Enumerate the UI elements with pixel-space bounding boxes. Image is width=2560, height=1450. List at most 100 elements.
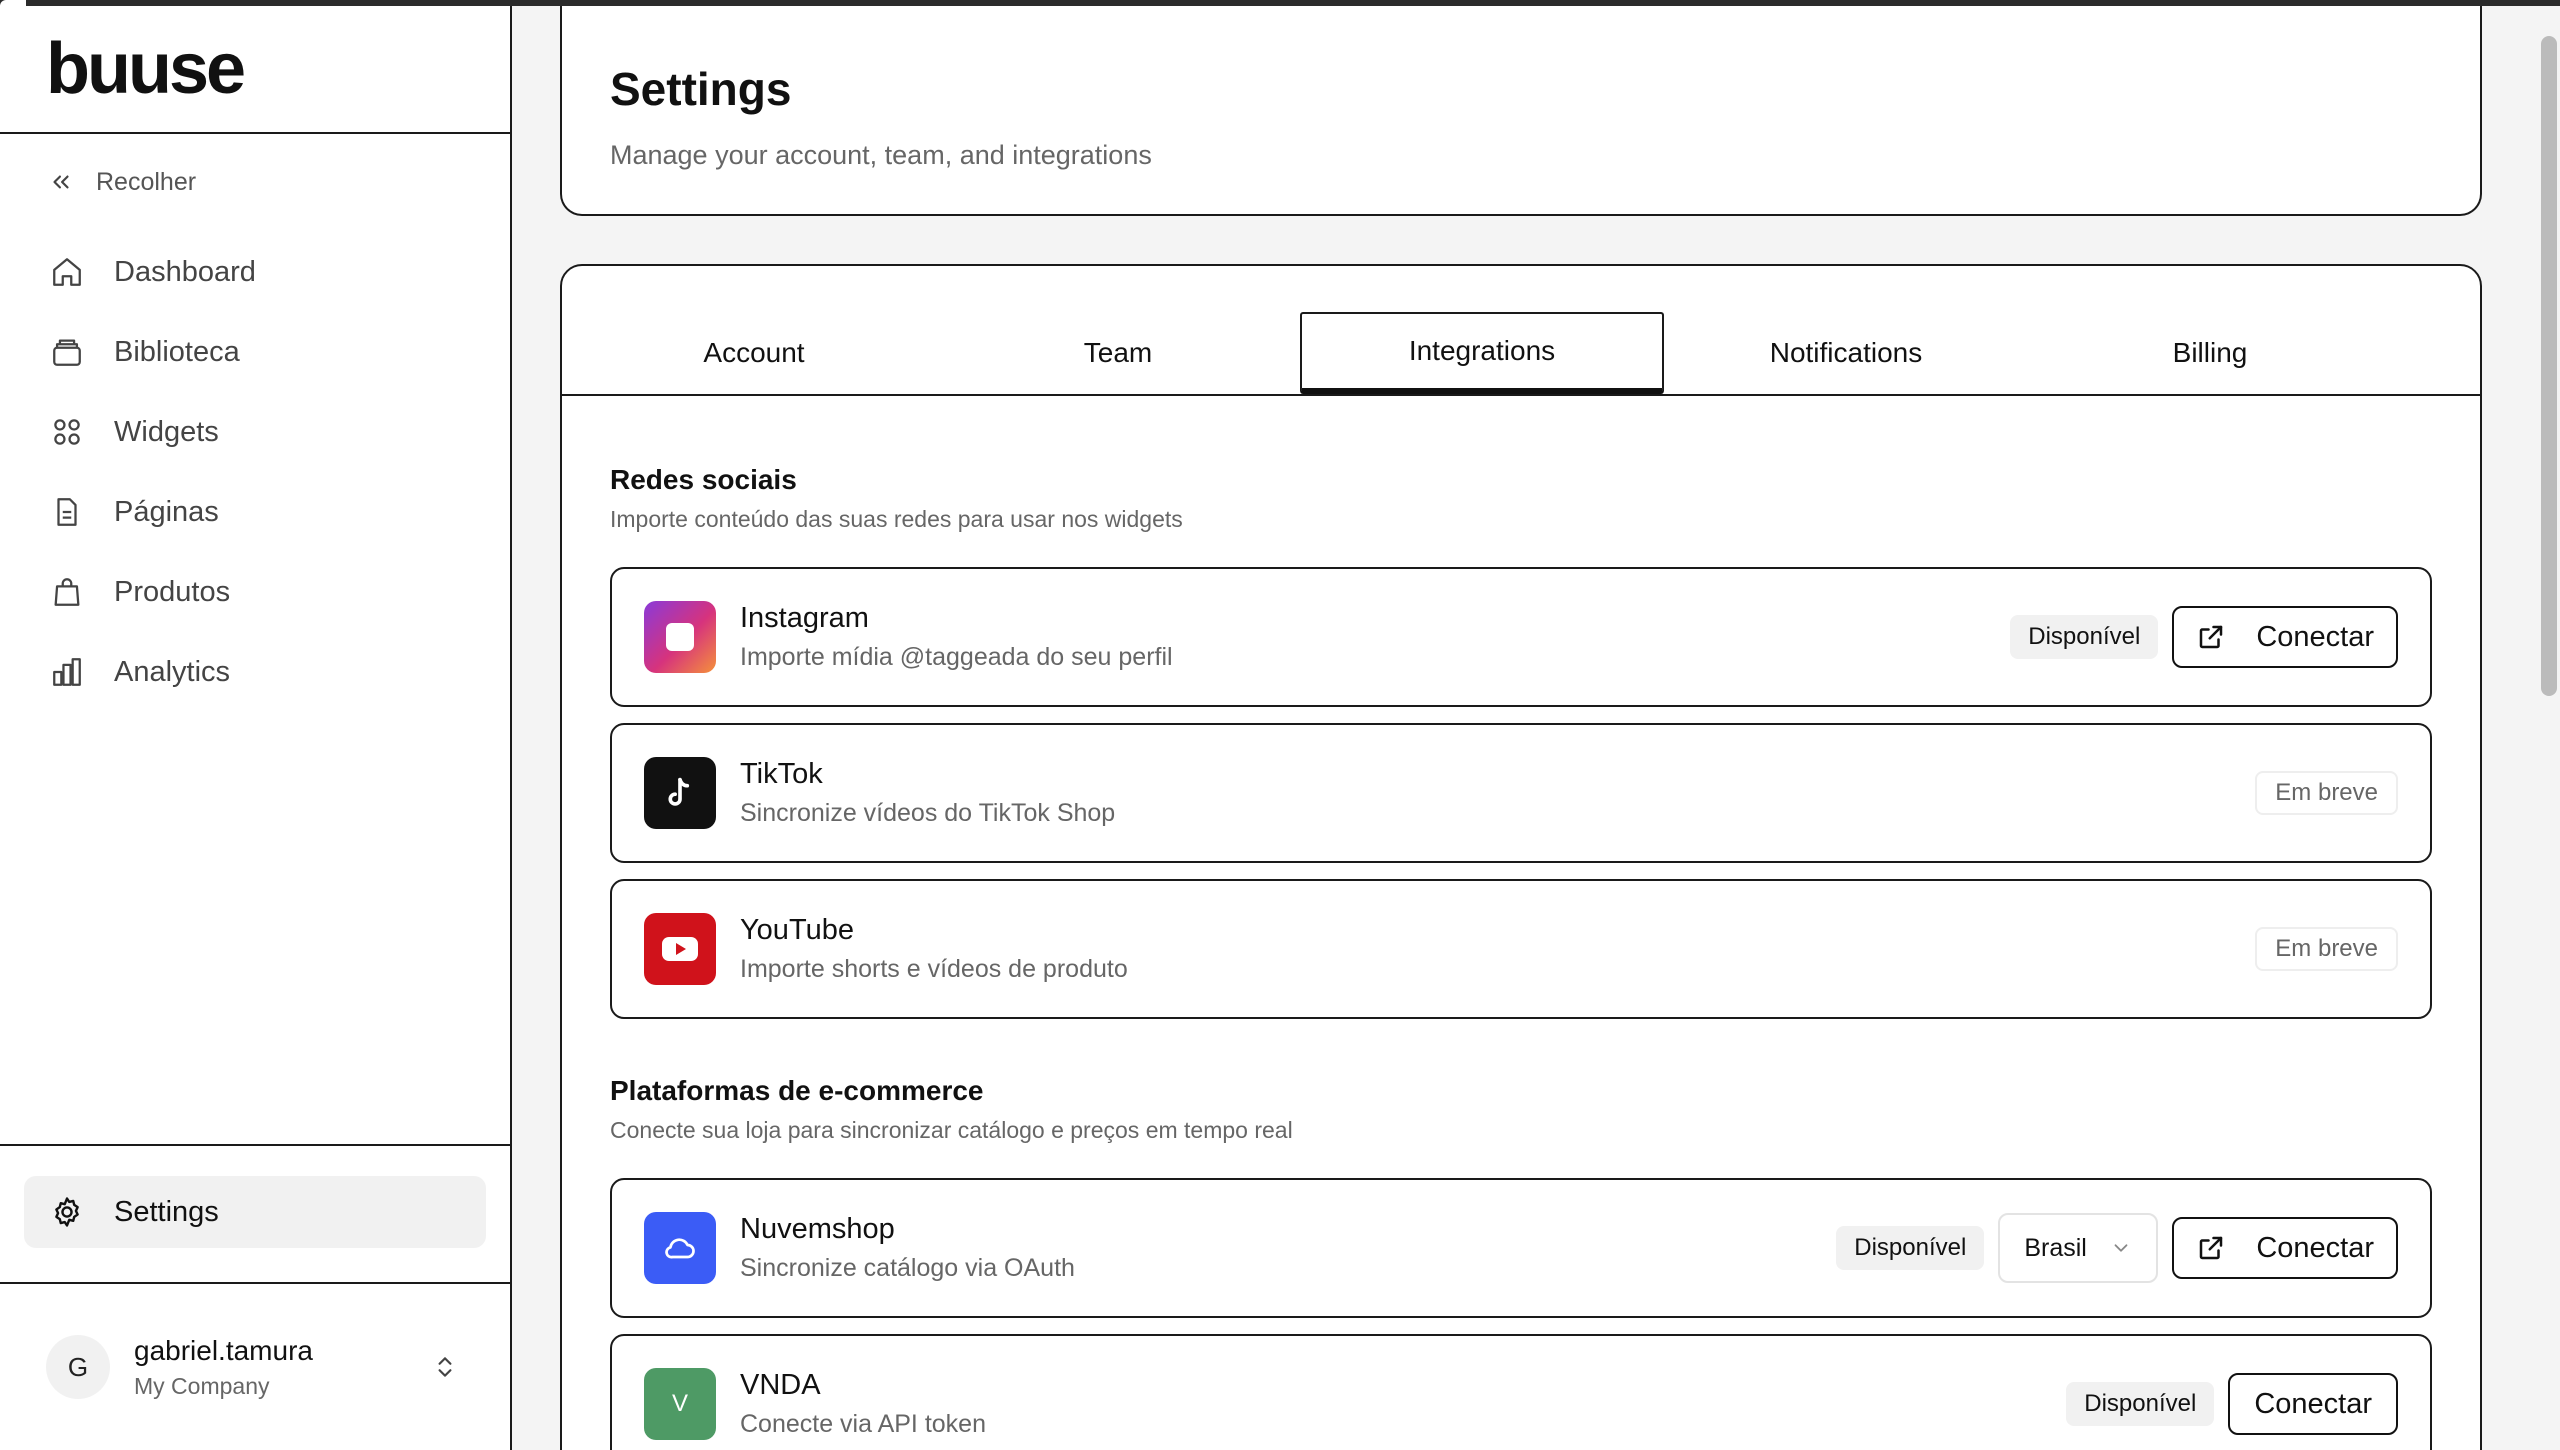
file-icon [57,498,77,526]
sidebar-bottom: Settings G gabriel.tamura My Company [0,1144,510,1450]
collapse-label: Recolher [96,167,197,196]
settings-area: Settings [0,1144,510,1282]
section-title: Plataformas de e-commerce [610,1075,984,1106]
section-title: Redes sociais [610,464,797,495]
sidebar-item-label: Dashboard [114,255,256,288]
social-list: Instagram Importe mídia @taggeada do seu… [610,567,2432,1019]
logo-area: buuse [0,6,510,134]
integration-info: Instagram Importe mídia @taggeada do seu… [740,602,1173,672]
integration-info: Nuvemshop Sincronize catálogo via OAuth [740,1213,1075,1283]
integration-row-nuvemshop: Nuvemshop Sincronize catálogo via OAuth … [610,1178,2432,1318]
sidebar-item-label: Páginas [114,495,219,528]
connect-label: Conectar [2254,1387,2372,1420]
integration-actions: Em breve [2255,927,2398,971]
vnda-logo: V [644,1368,716,1440]
region-select[interactable]: Brasil [1998,1213,2159,1283]
integration-actions: Disponível Brasil Conectar [1836,1213,2398,1283]
tab-bar: Account Team Integrations Notifications … [562,266,2480,396]
connect-button[interactable]: Conectar [2172,606,2398,668]
user-info: gabriel.tamura My Company [134,1335,313,1400]
section-subtitle: Conecte sua loja para sincronizar catálo… [610,1117,1293,1143]
sidebar-item-label: Produtos [114,575,231,608]
main-content: Settings Manage your account, team, and … [514,6,2560,1450]
integration-desc: Sincronize vídeos do TikTok Shop [740,799,1116,827]
sidebar-item-label: Biblioteca [114,335,240,368]
integration-desc: Importe shorts e vídeos de produto [740,955,1128,983]
external-link-icon [2200,625,2223,649]
user-name: gabriel.tamura [134,1334,313,1366]
tab-integrations[interactable]: Integrations [1300,312,1664,394]
grid-icon [54,419,80,445]
user-menu[interactable]: G gabriel.tamura My Company [0,1282,510,1450]
avatar: G [46,1335,110,1399]
integration-info: TikTok Sincronize vídeos do TikTok Shop [740,758,1115,828]
integration-desc: Sincronize catálogo via OAuth [740,1254,1075,1282]
status-badge: Disponível [2066,1382,2215,1426]
connect-label: Conectar [2256,1231,2374,1264]
integration-row-vnda: V VNDA Conecte via API token Disponível … [610,1334,2432,1450]
youtube-icon [644,913,716,985]
sidebar-item-dashboard[interactable]: Dashboard [0,232,510,312]
library-icon [53,339,81,366]
instagram-icon [644,601,716,673]
connect-button[interactable]: Conectar [2172,1217,2398,1279]
page-title: Settings [610,63,792,115]
ecommerce-list: Nuvemshop Sincronize catálogo via OAuth … [610,1178,2432,1450]
page-header: Settings Manage your account, team, and … [560,6,2482,216]
integration-actions: Disponível Conectar [2066,1373,2398,1435]
social-section: Redes sociais Importe conteúdo das suas … [562,464,2480,1019]
integration-row-instagram: Instagram Importe mídia @taggeada do seu… [610,567,2432,707]
sidebar-item-analytics[interactable]: Analytics [0,632,510,712]
scrollbar[interactable] [2538,6,2560,1450]
integration-info: YouTube Importe shorts e vídeos de produ… [740,914,1128,984]
home-icon [53,258,81,286]
sidebar-nav: Dashboard Biblioteca Widgets Páginas Pro… [0,232,510,712]
gear-icon [55,1197,79,1227]
bag-icon [54,578,80,606]
sidebar-item-produtos[interactable]: Produtos [0,552,510,632]
page-subtitle: Manage your account, team, and integrati… [610,140,1152,170]
integration-row-tiktok: TikTok Sincronize vídeos do TikTok Shop … [610,723,2432,863]
integration-desc: Importe mídia @taggeada do seu perfil [740,643,1173,671]
integration-actions: Disponível Conectar [2010,606,2398,668]
integration-name: VNDA [740,1369,821,1401]
integration-name: YouTube [740,914,854,946]
user-company: My Company [134,1372,270,1399]
cloud-icon [644,1212,716,1284]
connect-button[interactable]: Conectar [2228,1373,2398,1435]
window-top-strip [0,0,2560,6]
integration-info: VNDA Conecte via API token [740,1369,986,1439]
tiktok-icon [644,757,716,829]
sidebar-item-paginas[interactable]: Páginas [0,472,510,552]
chevrons-left-icon [53,175,69,189]
scrollbar-thumb[interactable] [2541,36,2557,696]
sidebar-item-label: Settings [114,1195,219,1228]
section-subtitle: Importe conteúdo das suas redes para usa… [610,506,1183,532]
sidebar-item-widgets[interactable]: Widgets [0,392,510,472]
app-logo[interactable]: buuse [46,33,246,105]
tab-billing[interactable]: Billing [2028,312,2392,394]
collapse-button[interactable]: Recolher [0,162,510,202]
chevron-up-down-icon[interactable] [432,1350,458,1384]
connect-label: Conectar [2256,620,2374,653]
integration-name: Nuvemshop [740,1213,895,1245]
external-link-icon [2200,1236,2223,1260]
integration-desc: Conecte via API token [740,1410,986,1438]
integration-name: Instagram [740,602,869,634]
integration-name: TikTok [740,758,823,790]
tab-account[interactable]: Account [572,312,936,394]
settings-card: Account Team Integrations Notifications … [560,264,2482,1450]
status-badge: Disponível [1836,1226,1985,1270]
tab-notifications[interactable]: Notifications [1664,312,2028,394]
sidebar-item-biblioteca[interactable]: Biblioteca [0,312,510,392]
region-select-value: Brasil [2024,1233,2087,1262]
ecommerce-section: Plataformas de e-commerce Conecte sua lo… [562,1075,2480,1450]
tab-team[interactable]: Team [936,312,1300,394]
status-badge: Em breve [2255,927,2398,971]
sidebar-item-settings[interactable]: Settings [24,1176,486,1248]
status-badge: Em breve [2255,771,2398,815]
chevron-down-icon [2114,1244,2128,1252]
sidebar-item-label: Widgets [114,415,219,448]
sidebar-item-label: Analytics [114,655,231,688]
status-badge: Disponível [2010,615,2159,659]
